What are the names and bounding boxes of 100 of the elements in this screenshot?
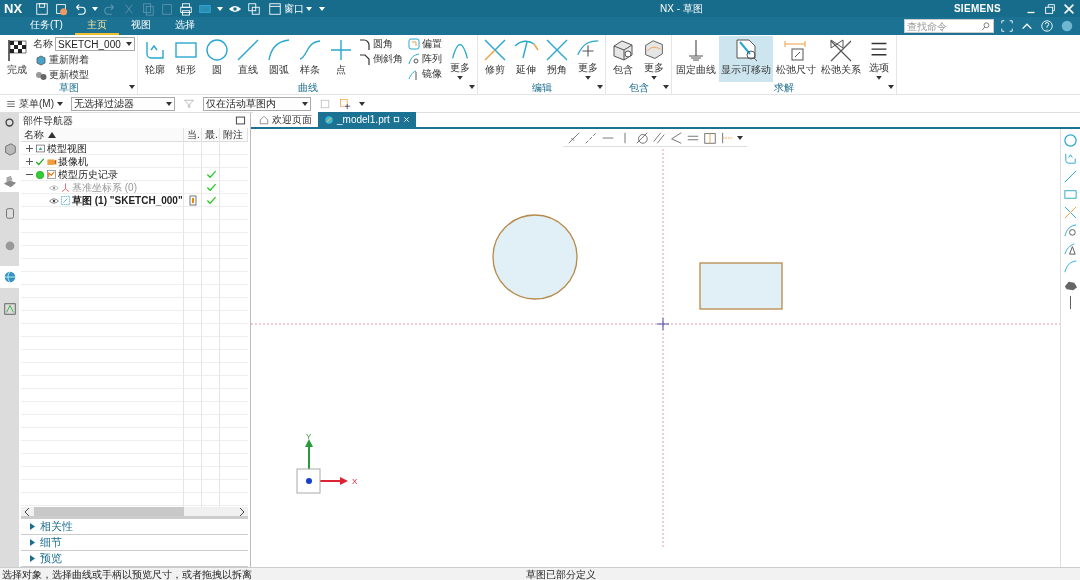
document-tab[interactable]: _model1.prt bbox=[318, 112, 416, 127]
save-icon[interactable] bbox=[35, 1, 50, 16]
ribbon-button[interactable]: 松弛关系 bbox=[819, 36, 863, 82]
more-button[interactable]: 更多 bbox=[445, 36, 475, 82]
circle-icon[interactable] bbox=[204, 38, 230, 62]
section-header[interactable]: 细节 bbox=[21, 535, 248, 551]
window-menu[interactable]: 窗口 bbox=[266, 1, 315, 16]
fillet-icon[interactable] bbox=[359, 37, 371, 50]
arc-icon[interactable] bbox=[266, 38, 292, 62]
perpendicular-icon[interactable] bbox=[669, 130, 683, 145]
scrollbar-thumb[interactable] bbox=[34, 507, 184, 516]
bowtie-cross-icon[interactable] bbox=[828, 38, 854, 62]
line-icon[interactable] bbox=[235, 38, 261, 62]
windows-icon[interactable] bbox=[247, 1, 262, 16]
cube-icon[interactable] bbox=[35, 53, 47, 66]
close-icon[interactable] bbox=[402, 116, 410, 123]
print-icon[interactable] bbox=[179, 1, 194, 16]
scroll-left-icon[interactable] bbox=[24, 507, 30, 516]
expand-icon[interactable] bbox=[25, 144, 34, 153]
part-icon[interactable] bbox=[2, 174, 17, 188]
cube-icon[interactable] bbox=[610, 38, 636, 62]
tangent-icon[interactable] bbox=[635, 130, 649, 145]
section-header[interactable]: 相关性 bbox=[21, 519, 248, 535]
line-icon[interactable] bbox=[1063, 169, 1078, 184]
ribbon-button[interactable]: 圆弧 bbox=[264, 36, 294, 82]
column-header[interactable]: 名称 bbox=[21, 128, 184, 142]
help-icon[interactable] bbox=[1040, 19, 1054, 33]
tree-item[interactable]: 模型历史记录 bbox=[58, 167, 118, 182]
ribbon-tab[interactable]: 任务(T) bbox=[18, 17, 75, 35]
close-icon[interactable] bbox=[1062, 1, 1076, 16]
column-header[interactable]: 附注 bbox=[220, 128, 248, 142]
ribbon-button[interactable]: 样条 bbox=[295, 36, 325, 82]
coincident-icon[interactable] bbox=[567, 130, 581, 145]
ribbon-button[interactable]: 倒斜角 bbox=[357, 52, 405, 65]
ribbon-button[interactable]: 偏置 bbox=[406, 37, 444, 50]
mirror-icon[interactable] bbox=[1063, 241, 1078, 256]
ribbon-button[interactable]: 点 bbox=[326, 36, 356, 82]
rectangle-icon[interactable] bbox=[1063, 187, 1078, 202]
undo-icon[interactable] bbox=[73, 1, 88, 16]
document-tab[interactable]: 欢迎页面 bbox=[253, 112, 318, 127]
section-header[interactable]: 预览 bbox=[21, 551, 248, 567]
column-header[interactable]: 最. bbox=[202, 128, 220, 142]
ribbon-button[interactable]: 完成 bbox=[2, 36, 32, 82]
filter-dropdown[interactable]: 无选择过滤器 bbox=[71, 96, 175, 111]
maximize-icon[interactable] bbox=[235, 115, 246, 126]
settings-icon[interactable] bbox=[4, 117, 15, 128]
save-all-icon[interactable] bbox=[54, 1, 69, 16]
ribbon-button[interactable]: 圆 bbox=[202, 36, 232, 82]
tree-item[interactable]: 草图 (1) "SKETCH_000" bbox=[72, 193, 183, 208]
column-header[interactable]: 当. bbox=[184, 128, 202, 142]
point-icon[interactable] bbox=[328, 38, 354, 62]
ribbon-button[interactable]: 轮廓 bbox=[140, 36, 170, 82]
ribbon-button[interactable]: 重新附着 bbox=[33, 53, 135, 66]
ribbon-button[interactable]: 镜像 bbox=[406, 67, 444, 80]
spline-icon[interactable] bbox=[297, 38, 323, 62]
parallel-icon[interactable] bbox=[652, 130, 666, 145]
ribbon-button[interactable]: 固定曲线 bbox=[674, 36, 718, 82]
ribbon-tab[interactable]: 视图 bbox=[118, 17, 163, 35]
restore-icon[interactable] bbox=[1043, 1, 1057, 16]
search-field[interactable]: 查找命令 bbox=[904, 19, 994, 33]
ribbon-button[interactable]: 更新模型 bbox=[33, 68, 135, 81]
constant-icon[interactable] bbox=[720, 130, 734, 145]
ribbon-tab[interactable]: 选择 bbox=[162, 17, 207, 35]
ribbon-button[interactable]: 圆角 bbox=[357, 37, 405, 50]
roles-icon[interactable] bbox=[2, 302, 17, 316]
magnifier-document-icon[interactable] bbox=[733, 38, 759, 62]
profile-icon[interactable] bbox=[1063, 151, 1078, 166]
ribbon-button[interactable]: 包含 bbox=[608, 36, 638, 82]
ribbon-button[interactable]: 延伸 bbox=[511, 36, 541, 82]
more-button[interactable]: 更多 bbox=[573, 36, 603, 82]
more-button[interactable]: 更多 bbox=[639, 36, 669, 82]
scrollbar-track[interactable] bbox=[21, 507, 248, 519]
corner-icon[interactable] bbox=[544, 38, 570, 62]
sketch-name-dropdown[interactable]: SKETCH_000 bbox=[55, 37, 135, 51]
scope-dropdown[interactable]: 仅在活动草图内 bbox=[203, 96, 311, 111]
offset-icon[interactable] bbox=[408, 37, 420, 50]
tree-item[interactable]: 模型视图 bbox=[47, 141, 87, 156]
ribbon-button[interactable]: 矩形 bbox=[171, 36, 201, 82]
cube-icon[interactable] bbox=[2, 142, 17, 156]
graphics-canvas[interactable]: Y X bbox=[251, 129, 1060, 567]
dimension-icon[interactable] bbox=[783, 38, 809, 62]
status-circle-icon[interactable] bbox=[1060, 19, 1074, 33]
ribbon-button[interactable]: 显示可移动 bbox=[719, 36, 773, 82]
sketch-circle[interactable] bbox=[492, 214, 578, 300]
ribbon-button[interactable]: 修剪 bbox=[480, 36, 510, 82]
trim-icon[interactable] bbox=[482, 38, 508, 62]
circle-icon[interactable] bbox=[1063, 133, 1078, 148]
ribbon-button[interactable]: 阵列 bbox=[406, 52, 444, 65]
tree-item[interactable]: 摄像机 bbox=[58, 154, 88, 169]
expand-icon[interactable] bbox=[25, 157, 34, 166]
pattern-icon[interactable] bbox=[1063, 223, 1078, 238]
chamfer-icon[interactable] bbox=[359, 52, 371, 65]
ribbon-button[interactable]: 拐角 bbox=[542, 36, 572, 82]
midpoint-icon[interactable] bbox=[703, 130, 717, 145]
trim-icon[interactable] bbox=[1063, 205, 1078, 220]
more-button[interactable]: 选项 bbox=[864, 36, 894, 82]
point-on-curve-icon[interactable] bbox=[584, 130, 598, 145]
globe-icon[interactable] bbox=[2, 270, 17, 284]
scroll-right-icon[interactable] bbox=[239, 507, 245, 516]
ribbon-button[interactable]: 松弛尺寸 bbox=[774, 36, 818, 82]
